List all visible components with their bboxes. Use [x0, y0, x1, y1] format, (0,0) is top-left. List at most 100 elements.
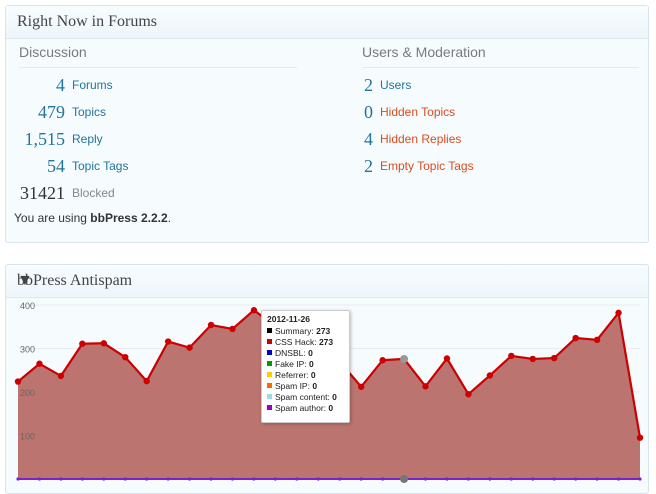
data-point — [186, 344, 193, 351]
data-point — [164, 338, 172, 345]
baseline-point — [400, 475, 409, 483]
version-notice: You are using bbPress 2.2.2. — [14, 211, 171, 225]
triangle-down-icon[interactable]: ▼ — [17, 272, 640, 290]
baseline-point — [80, 477, 84, 481]
data-point — [207, 321, 215, 329]
baseline-point — [230, 477, 235, 481]
data-point — [357, 383, 365, 390]
moderation-divider — [362, 67, 639, 68]
blocked-label: Blocked — [72, 186, 115, 200]
y-tick-label: 400 — [20, 301, 35, 311]
y-tick-label: 200 — [20, 388, 35, 398]
baseline-point — [295, 477, 299, 481]
tooltip-date: 2012-11-26 — [267, 314, 311, 324]
discussion-row-topics: 479 Topics — [6, 102, 306, 124]
data-point — [551, 354, 558, 362]
legend-swatch — [267, 339, 272, 344]
discussion-heading: Discussion — [19, 44, 87, 60]
discussion-row-replies: 1,515 Reply — [6, 129, 306, 151]
replies-link[interactable]: Reply — [72, 132, 103, 146]
hidden-replies-count[interactable]: 4 — [346, 129, 373, 150]
legend-swatch — [267, 328, 272, 333]
y-tick-label: 300 — [20, 345, 35, 355]
discussion-row-topic-tags: 54 Topic Tags — [6, 156, 306, 178]
baseline-point — [166, 477, 170, 481]
chart-tooltip: 2012-11-26 Summary: 273 CSS Hack: 273 DNSB… — [261, 310, 350, 423]
tooltip-row: Spam IP: 0 — [267, 381, 344, 392]
tooltip-label: CSS Hack: — [275, 337, 319, 347]
baseline-point — [209, 477, 213, 481]
empty-topic-tags-count[interactable]: 2 — [346, 156, 373, 177]
baseline-point — [16, 477, 20, 481]
users-link[interactable]: Users — [380, 78, 411, 92]
antispam-widget: bbPress Antispam ▼ 100 200 300 400 2012-11-… — [5, 264, 649, 494]
data-point — [400, 354, 409, 363]
legend-swatch — [267, 405, 272, 410]
baseline-point — [359, 477, 363, 481]
data-point — [465, 390, 472, 398]
data-point — [529, 355, 536, 363]
data-point — [615, 309, 622, 317]
baseline-point — [37, 477, 42, 481]
tooltip-row: Spam author: 0 — [267, 403, 344, 414]
baseline-point — [595, 477, 599, 481]
tooltip-label: Referrer: — [275, 370, 311, 380]
data-point — [36, 360, 43, 367]
topics-link[interactable]: Topics — [72, 105, 106, 119]
tooltip-value: 0 — [308, 348, 313, 358]
data-point — [14, 378, 22, 385]
baseline-point — [552, 477, 556, 481]
data-point — [508, 352, 515, 360]
baseline-point — [509, 477, 513, 481]
data-point — [572, 334, 579, 342]
tooltip-row: Referrer: 0 — [267, 370, 344, 381]
version-name: bbPress 2.2.2 — [90, 211, 168, 225]
discussion-row-blocked: 31421 Blocked — [6, 183, 306, 205]
data-point — [486, 372, 494, 379]
empty-topic-tags-link[interactable]: Empty Topic Tags — [380, 159, 474, 173]
data-point — [636, 434, 644, 441]
tooltip-row: DNSBL: 0 — [267, 348, 344, 359]
tooltip-row: Fake IP: 0 — [267, 359, 344, 370]
users-count[interactable]: 2 — [346, 75, 373, 96]
baseline-point — [273, 477, 277, 481]
hidden-topics-link[interactable]: Hidden Topics — [380, 105, 455, 119]
baseline-point — [574, 477, 578, 481]
baseline-point — [531, 477, 535, 481]
baseline-point — [423, 477, 428, 481]
tooltip-row: Spam content: 0 — [267, 392, 344, 403]
topics-count[interactable]: 479 — [6, 102, 65, 123]
forums-link[interactable]: Forums — [72, 78, 113, 92]
legend-swatch — [267, 372, 272, 377]
hidden-topics-count[interactable]: 0 — [346, 102, 373, 123]
data-point — [593, 336, 601, 343]
tooltip-rows: Summary: 273 CSS Hack: 273 DNSBL: 0 Fake IP… — [267, 326, 344, 414]
widget-title: Right Now in Forums — [17, 13, 158, 30]
hidden-replies-link[interactable]: Hidden Replies — [380, 132, 461, 146]
blocked-count: 31421 — [20, 183, 65, 203]
replies-count[interactable]: 1,515 — [6, 129, 66, 150]
topic-tags-count[interactable]: 54 — [6, 156, 65, 177]
data-point — [443, 355, 451, 362]
legend-swatch — [267, 383, 272, 388]
tooltip-value: 0 — [312, 381, 318, 391]
tooltip-value: 0 — [328, 403, 334, 413]
legend-swatch — [267, 394, 272, 399]
baseline-point — [488, 477, 492, 481]
baseline-point — [123, 477, 127, 481]
baseline-point — [466, 477, 471, 481]
baseline-point — [59, 477, 63, 481]
legend-swatch — [267, 361, 272, 366]
tooltip-label: DNSBL: — [275, 348, 309, 358]
baseline-point — [616, 477, 621, 481]
version-prefix: You are using — [14, 211, 91, 225]
tooltip-label: Spam author: — [275, 403, 329, 413]
moderation-row-hidden-topics: 0 Hidden Topics — [346, 102, 646, 124]
data-point — [250, 307, 258, 314]
widget-header[interactable]: bbPress Antispam ▼ — [6, 265, 648, 298]
topic-tags-link[interactable]: Topic Tags — [72, 159, 128, 173]
forums-count[interactable]: 4 — [6, 75, 65, 96]
discussion-row-forums: 4 Forums — [6, 75, 306, 97]
data-point — [122, 354, 129, 361]
moderation-row-empty-topic-tags: 2 Empty Topic Tags — [346, 156, 646, 178]
